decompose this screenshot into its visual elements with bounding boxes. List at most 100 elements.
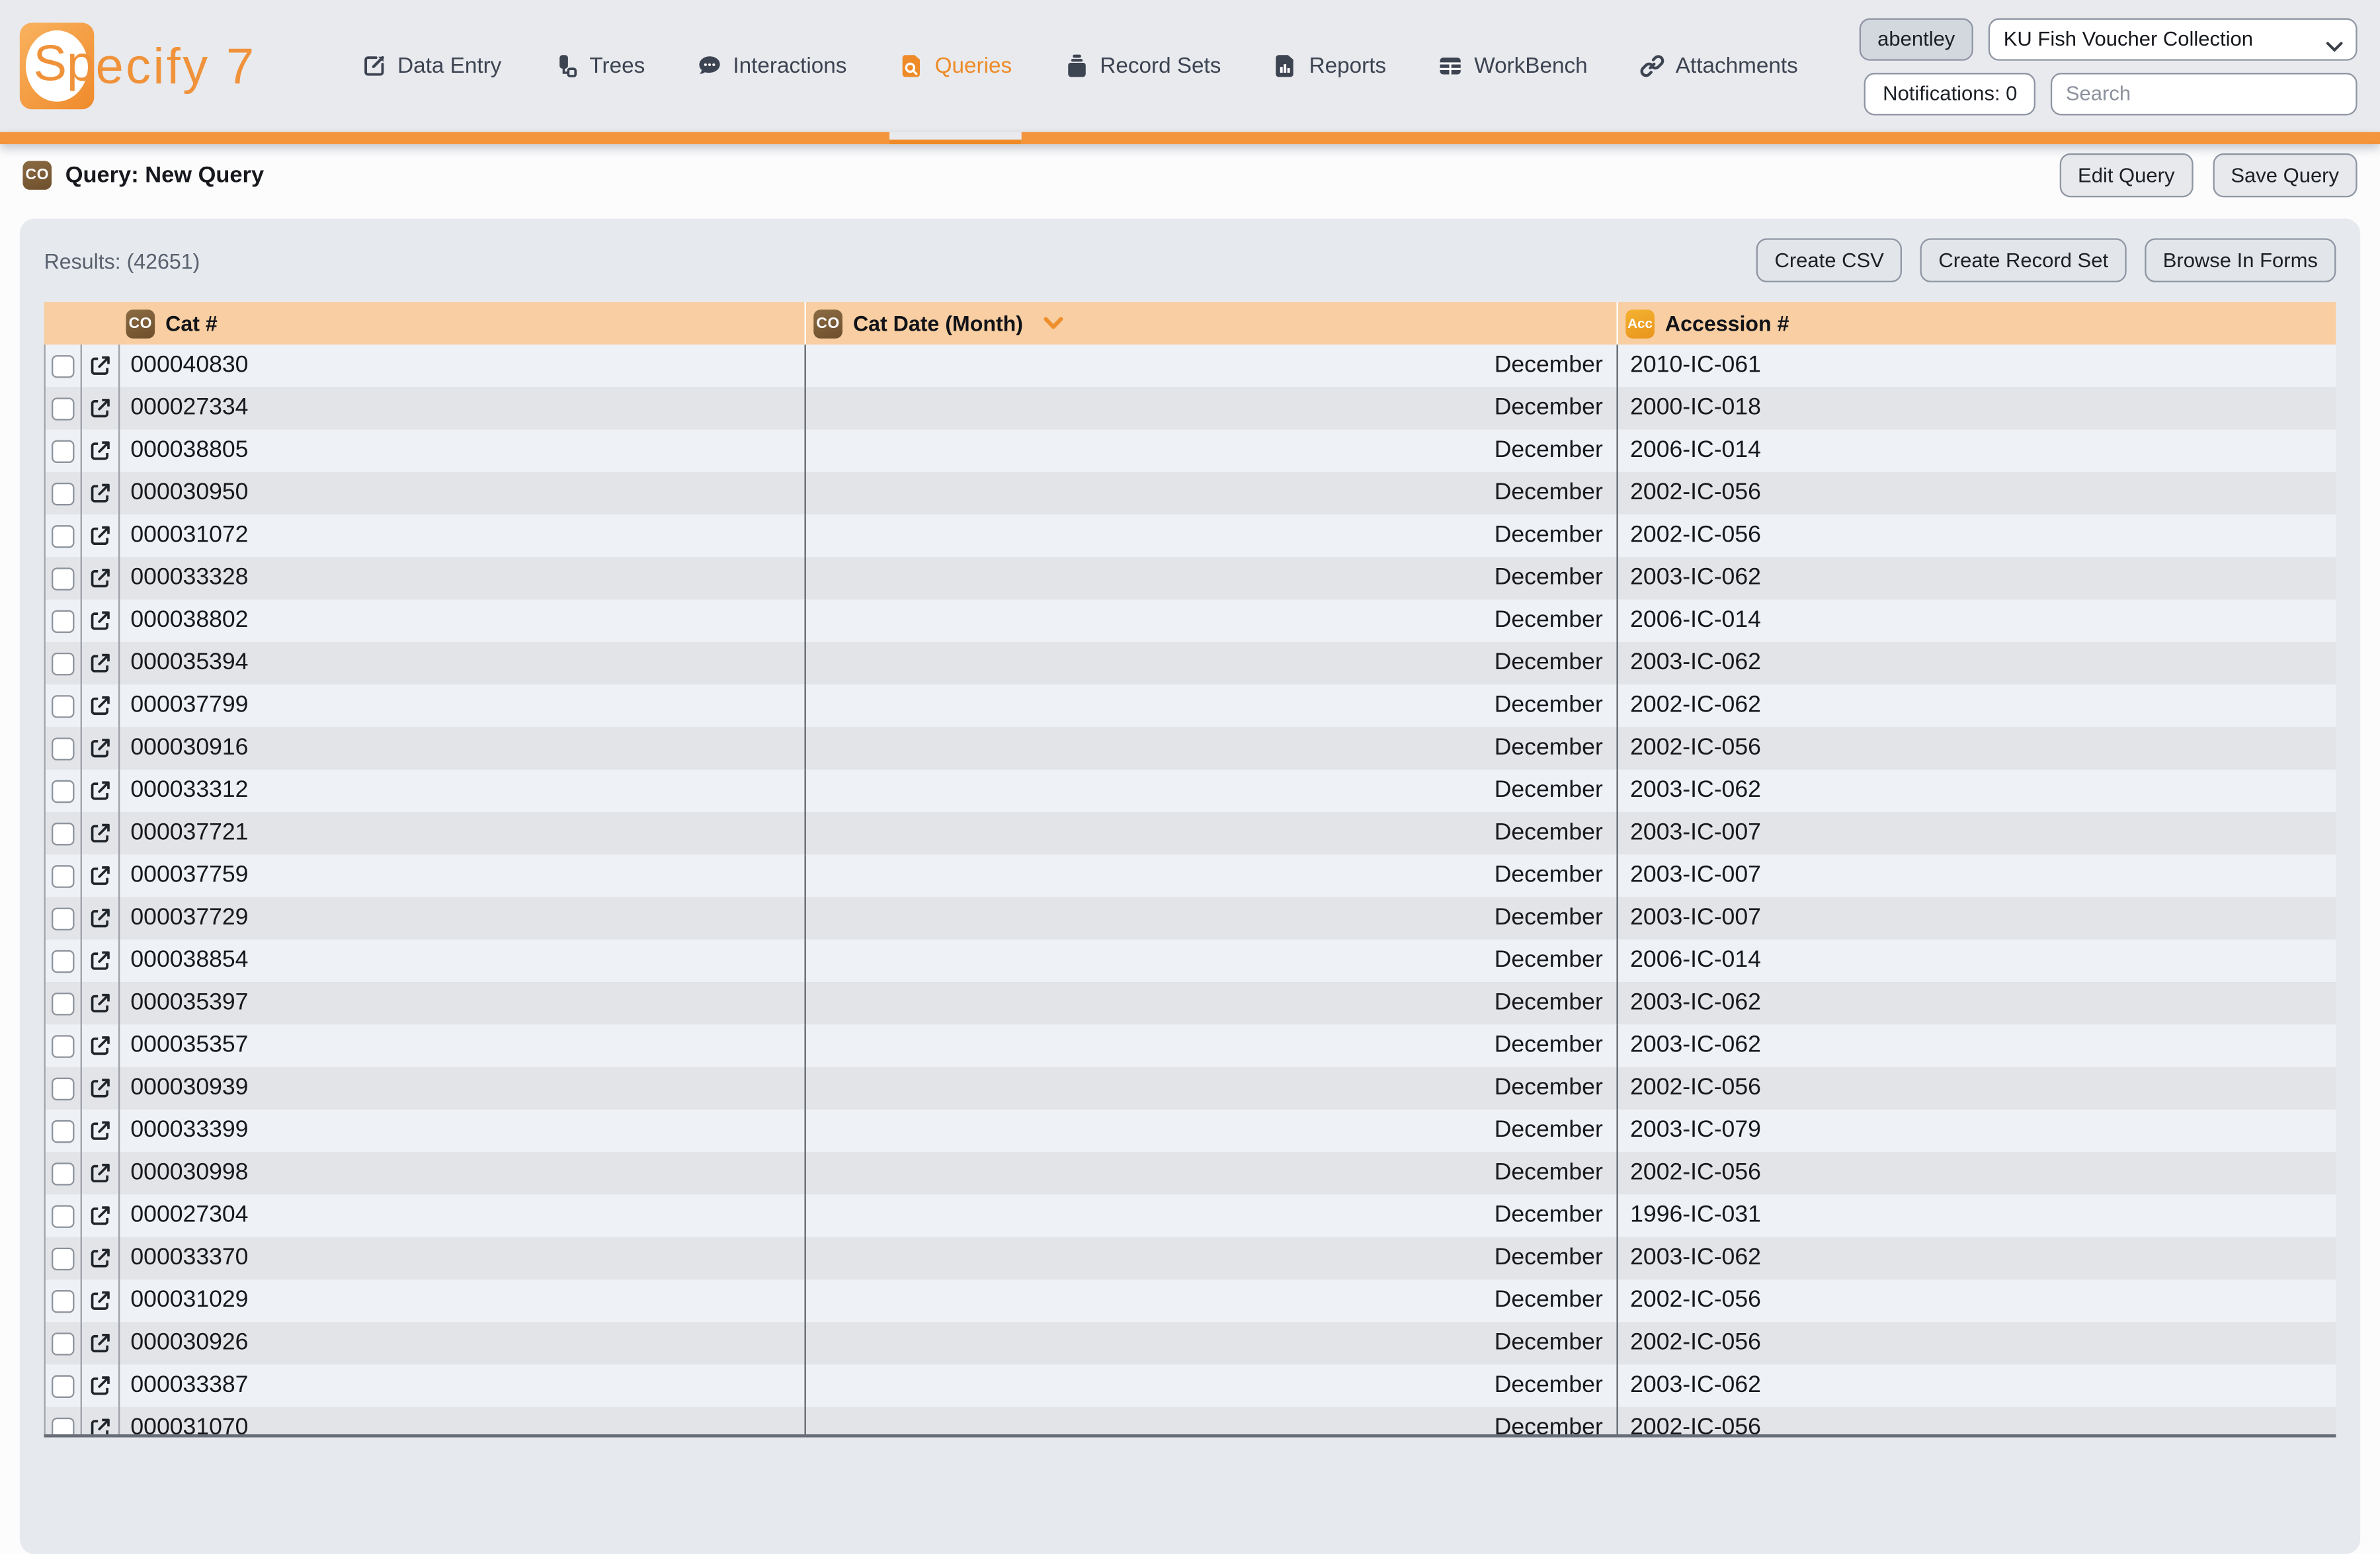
external-link-icon[interactable]	[88, 1076, 112, 1100]
row-checkbox[interactable]	[52, 822, 74, 844]
nav-item-queries[interactable]: Queries	[894, 53, 1016, 79]
row-checkbox[interactable]	[52, 1034, 74, 1057]
table-row: 000031029 December 2002-IC-056	[46, 1280, 2336, 1322]
row-checkbox[interactable]	[52, 950, 74, 972]
external-link-icon[interactable]	[88, 608, 112, 633]
cat-date-month-cell: December	[806, 1407, 1618, 1438]
external-link-icon[interactable]	[88, 524, 112, 548]
cat-number-cell: 000030998	[120, 1152, 805, 1194]
cat-number-cell: 000031029	[120, 1280, 805, 1322]
nav-item-workbench[interactable]: WorkBench	[1433, 53, 1592, 79]
row-checkbox[interactable]	[52, 524, 74, 547]
row-checkbox[interactable]	[52, 737, 74, 759]
external-link-icon[interactable]	[88, 396, 112, 421]
row-checkbox[interactable]	[52, 439, 74, 462]
row-checkbox[interactable]	[52, 1289, 74, 1312]
accession-number-cell: 2002-IC-056	[1618, 514, 2336, 557]
external-link-icon[interactable]	[88, 566, 112, 591]
nav-label: Attachments	[1676, 54, 1798, 78]
column-header-cat-number[interactable]: CO Cat #	[118, 302, 804, 345]
save-query-button[interactable]: Save Query	[2213, 153, 2358, 198]
accession-number-cell: 2002-IC-056	[1618, 727, 2336, 769]
external-link-icon[interactable]	[88, 864, 112, 888]
nav-item-trees[interactable]: Trees	[548, 53, 649, 79]
external-link-icon[interactable]	[88, 1331, 112, 1356]
external-link-icon[interactable]	[88, 991, 112, 1016]
external-link-icon[interactable]	[88, 1246, 112, 1270]
column-header-accession-number[interactable]: Acc Accession #	[1616, 302, 2336, 345]
table-row: 000033387 December 2003-IC-062	[46, 1364, 2336, 1407]
accession-badge-icon: Acc	[1625, 309, 1655, 338]
create-csv-button[interactable]: Create CSV	[1756, 238, 1902, 282]
row-checkbox[interactable]	[52, 1204, 74, 1227]
row-checkbox[interactable]	[52, 482, 74, 505]
external-link-icon[interactable]	[88, 1373, 112, 1398]
row-checkbox[interactable]	[52, 1332, 74, 1354]
row-checkbox[interactable]	[52, 907, 74, 929]
external-link-icon[interactable]	[88, 949, 112, 973]
header-spacer	[81, 302, 118, 345]
external-link-icon[interactable]	[88, 1034, 112, 1058]
external-link-icon[interactable]	[88, 481, 112, 506]
browse-in-forms-button[interactable]: Browse In Forms	[2145, 238, 2336, 282]
nav-item-record-sets[interactable]: Record Sets	[1059, 53, 1225, 79]
row-checkbox[interactable]	[52, 694, 74, 717]
collection-object-badge-icon: CO	[22, 161, 52, 190]
cat-date-month-cell: December	[806, 514, 1618, 557]
external-link-icon[interactable]	[88, 354, 112, 378]
external-link-icon[interactable]	[88, 821, 112, 846]
row-checkbox[interactable]	[52, 1120, 74, 1142]
table-row: 000027334 December 2000-IC-018	[46, 387, 2336, 429]
row-checkbox[interactable]	[52, 1417, 74, 1438]
nav-item-reports[interactable]: Reports	[1268, 53, 1391, 79]
external-link-icon[interactable]	[88, 1204, 112, 1228]
column-header-label: Cat Date (Month)	[853, 311, 1023, 336]
external-link-icon[interactable]	[88, 651, 112, 676]
row-checkbox[interactable]	[52, 780, 74, 802]
table-row: 000038854 December 2006-IC-014	[46, 940, 2336, 982]
cat-date-month-cell: December	[806, 1194, 1618, 1237]
table-row: 000030916 December 2002-IC-056	[46, 727, 2336, 769]
external-link-icon[interactable]	[88, 438, 112, 463]
row-checkbox[interactable]	[52, 1374, 74, 1397]
jar-icon	[1063, 53, 1089, 79]
nav-item-attachments[interactable]: Attachments	[1635, 53, 1803, 79]
edit-square-icon	[361, 53, 387, 79]
external-link-icon[interactable]	[88, 1119, 112, 1143]
row-checkbox[interactable]	[52, 992, 74, 1014]
external-link-icon[interactable]	[88, 1416, 112, 1437]
row-checkbox[interactable]	[52, 610, 74, 632]
cat-number-cell: 000035394	[120, 642, 805, 684]
external-link-icon[interactable]	[88, 778, 112, 803]
table-row: 000033399 December 2003-IC-079	[46, 1110, 2336, 1152]
create-record-set-button[interactable]: Create Record Set	[1920, 238, 2127, 282]
row-checkbox[interactable]	[52, 567, 74, 589]
row-checkbox[interactable]	[52, 864, 74, 887]
accession-number-cell: 2002-IC-062	[1618, 684, 2336, 727]
notifications-button[interactable]: Notifications: 0	[1865, 72, 2035, 114]
row-checkbox[interactable]	[52, 354, 74, 377]
cat-number-cell: 000031072	[120, 514, 805, 557]
external-link-icon[interactable]	[88, 906, 112, 930]
edit-query-button[interactable]: Edit Query	[2060, 153, 2193, 198]
external-link-icon[interactable]	[88, 1289, 112, 1313]
report-chart-icon	[1272, 53, 1298, 79]
collection-select[interactable]: KU Fish Voucher Collection	[1989, 17, 2358, 60]
external-link-icon[interactable]	[88, 694, 112, 718]
row-checkbox[interactable]	[52, 1162, 74, 1184]
user-button[interactable]: abentley	[1860, 17, 1973, 60]
search-input[interactable]	[2051, 72, 2358, 114]
row-checkbox[interactable]	[52, 1077, 74, 1100]
row-checkbox[interactable]	[52, 652, 74, 675]
column-header-cat-date-month[interactable]: CO Cat Date (Month)	[804, 302, 1616, 345]
external-link-icon[interactable]	[88, 736, 112, 760]
table-row: 000035397 December 2003-IC-062	[46, 982, 2336, 1024]
accession-number-cell: 2006-IC-014	[1618, 430, 2336, 472]
row-checkbox[interactable]	[52, 1247, 74, 1270]
row-checkbox[interactable]	[52, 397, 74, 419]
nav-item-interactions[interactable]: Interactions	[692, 53, 851, 79]
table-row: 000030926 December 2002-IC-056	[46, 1322, 2336, 1364]
external-link-icon[interactable]	[88, 1161, 112, 1186]
nav-item-data-entry[interactable]: Data Entry	[356, 53, 506, 79]
specify-logo[interactable]: Sp ecify 7	[20, 22, 257, 109]
